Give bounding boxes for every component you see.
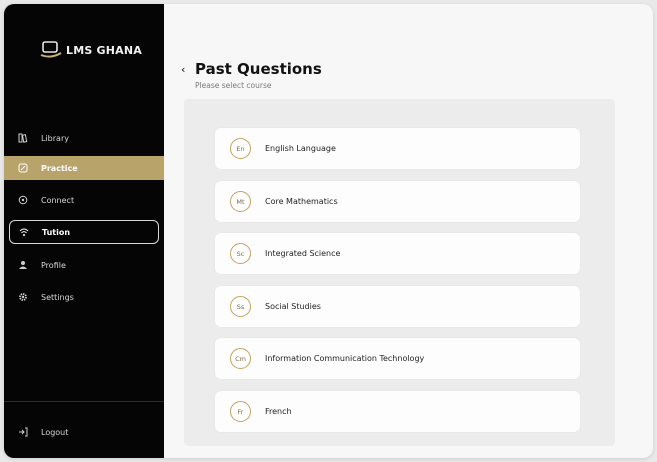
sidebar-divider: [4, 401, 164, 402]
sidebar-item-practice[interactable]: Practice: [4, 156, 164, 180]
logout-label: Logout: [41, 427, 69, 437]
course-item-french[interactable]: Fr French: [215, 391, 580, 432]
course-item-english[interactable]: En English Language: [215, 128, 580, 169]
sidebar-item-label: Library: [41, 133, 69, 143]
course-name: French: [265, 407, 292, 416]
back-chevron-icon[interactable]: ‹: [181, 64, 189, 75]
connect-icon: [17, 195, 28, 206]
logout-icon: [17, 427, 28, 438]
course-badge: En: [230, 138, 251, 159]
sidebar-item-profile[interactable]: Profile: [4, 253, 164, 277]
course-list-panel: En English Language Mt Core Mathematics …: [184, 99, 615, 446]
course-name: Information Communication Technology: [265, 354, 425, 363]
sidebar: LMS GHANA Library Practice Connect Tutio: [4, 4, 164, 458]
main-content: ‹ Past Questions Please select course En…: [164, 4, 653, 458]
course-badge: Cm: [230, 348, 251, 369]
course-name: Integrated Science: [265, 249, 341, 258]
logo-icon: [40, 41, 62, 58]
sidebar-item-connect[interactable]: Connect: [4, 188, 164, 212]
sidebar-item-label: Profile: [41, 260, 66, 270]
sidebar-item-label: Connect: [41, 195, 75, 205]
library-icon: [17, 133, 28, 144]
sidebar-item-library[interactable]: Library: [4, 126, 164, 150]
course-badge: Ss: [230, 296, 251, 317]
course-item-science[interactable]: Sc Integrated Science: [215, 233, 580, 274]
wifi-icon: [18, 227, 29, 238]
course-name: Social Studies: [265, 302, 321, 311]
gear-icon: [17, 292, 28, 303]
sidebar-item-settings[interactable]: Settings: [4, 285, 164, 309]
logout-button[interactable]: Logout: [4, 420, 164, 444]
person-icon: [17, 260, 28, 271]
course-item-mathematics[interactable]: Mt Core Mathematics: [215, 181, 580, 222]
course-name: English Language: [265, 144, 336, 153]
app-window: LMS GHANA Library Practice Connect Tutio: [4, 4, 653, 458]
course-badge: Fr: [230, 401, 251, 422]
page-subtitle: Please select course: [195, 81, 272, 90]
logo: LMS GHANA: [40, 41, 142, 59]
sidebar-item-label: Settings: [41, 292, 74, 302]
logo-text: LMS GHANA: [66, 43, 142, 57]
course-badge: Mt: [230, 191, 251, 212]
course-name: Core Mathematics: [265, 197, 338, 206]
sidebar-item-label: Practice: [41, 163, 78, 173]
course-badge: Sc: [230, 243, 251, 264]
sidebar-item-tution[interactable]: Tution: [9, 220, 159, 244]
course-item-ict[interactable]: Cm Information Communication Technology: [215, 338, 580, 379]
course-item-social-studies[interactable]: Ss Social Studies: [215, 286, 580, 327]
sidebar-item-label: Tution: [42, 227, 71, 237]
practice-icon: [17, 163, 28, 174]
page-title: Past Questions: [195, 60, 322, 78]
